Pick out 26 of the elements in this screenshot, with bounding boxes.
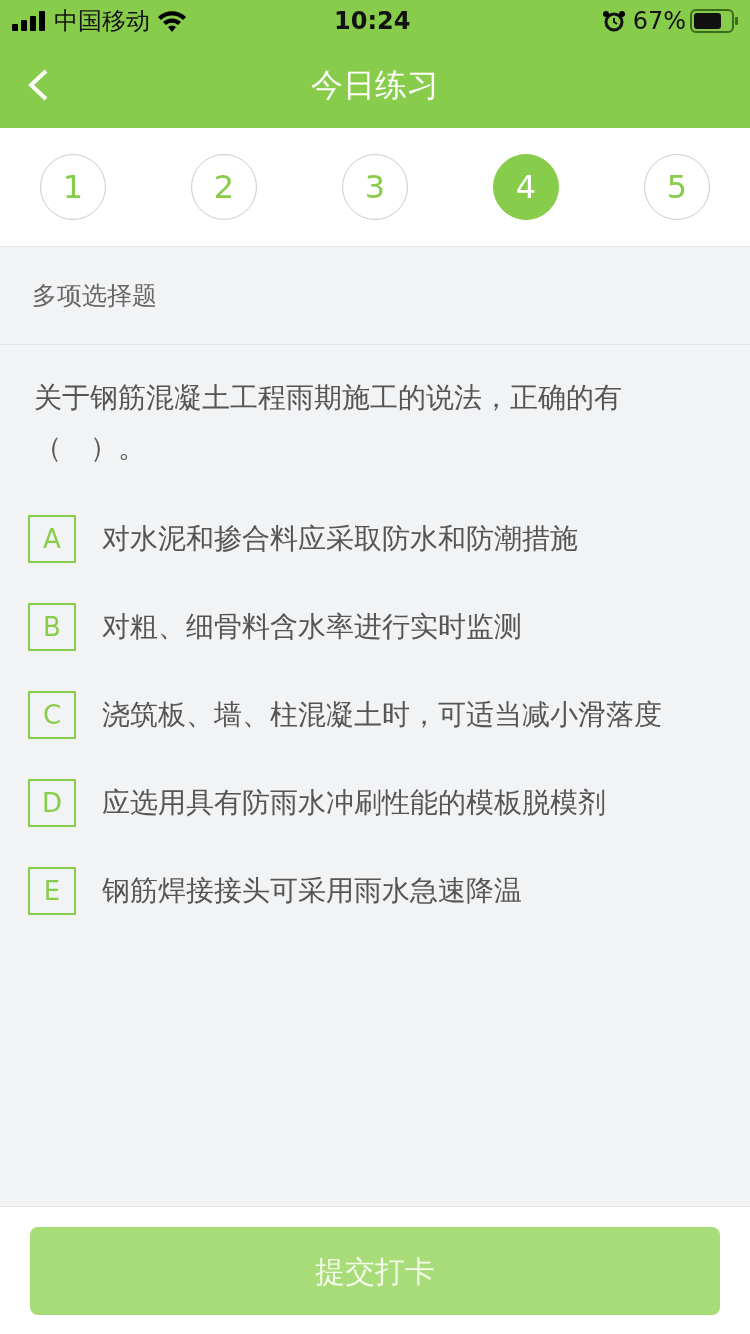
question-number-tab[interactable]: 1 xyxy=(40,154,106,220)
option-checkbox[interactable]: E xyxy=(28,867,76,915)
battery-icon xyxy=(690,9,738,33)
page-title: 今日练习 xyxy=(311,66,439,104)
question-number-tab[interactable]: 2 xyxy=(191,154,257,220)
option-text[interactable]: 应选用具有防雨水冲刷性能的模板脱模剂 xyxy=(102,782,606,824)
signal-icon xyxy=(12,11,46,31)
option-text[interactable]: 钢筋焊接接头可采用雨水急速降温 xyxy=(102,870,522,912)
option-text[interactable]: 浇筑板、墙、柱混凝土时，可适当减小滑落度 xyxy=(102,694,662,736)
battery-percent: 67% xyxy=(632,6,686,37)
question-number-tab[interactable]: 4 xyxy=(493,154,559,220)
option-text[interactable]: 对水泥和掺合料应采取防水和防潮措施 xyxy=(102,518,578,560)
back-icon[interactable] xyxy=(26,68,50,102)
question-number-tab[interactable]: 5 xyxy=(644,154,710,220)
question-text: 关于钢筋混凝土工程雨期施工的说法，正确的有（ ）。 xyxy=(33,380,623,466)
option-checkbox[interactable]: D xyxy=(28,779,76,827)
option-checkbox[interactable]: B xyxy=(28,603,76,651)
clock-time: 10:24 xyxy=(334,6,411,37)
carrier-name: 中国移动 xyxy=(54,6,150,37)
option-text[interactable]: 对粗、细骨料含水率进行实时监测 xyxy=(102,606,522,648)
question-type: 多项选择题 xyxy=(32,279,157,312)
wifi-icon xyxy=(158,10,186,32)
alarm-icon xyxy=(602,10,625,32)
option-checkbox[interactable]: C xyxy=(28,691,76,739)
question-number-tab[interactable]: 3 xyxy=(342,154,408,220)
option-checkbox[interactable]: A xyxy=(28,515,76,563)
